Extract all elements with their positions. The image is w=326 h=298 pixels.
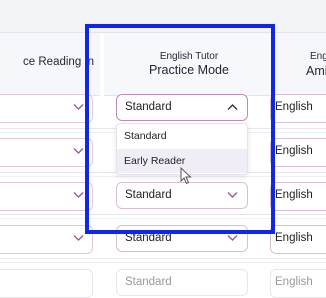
column-header-label: ce Reading In — [23, 56, 94, 68]
select-value: English — [275, 145, 313, 157]
reading-in-select[interactable] — [0, 182, 93, 211]
language-select[interactable]: English — [270, 225, 326, 254]
language-select[interactable]: English — [270, 182, 326, 211]
dropdown-option-standard[interactable]: Standard — [117, 124, 247, 148]
column-header-subtitle: English Tutor — [159, 51, 219, 62]
select-value: Standard — [125, 101, 172, 113]
mouse-cursor-icon — [180, 167, 192, 185]
practice-mode-select[interactable]: Standard — [116, 182, 248, 209]
column-header-title: Amira — [306, 64, 326, 78]
column-header-title: Practice Mode — [149, 63, 229, 77]
column-header-subtitle: Engl — [310, 51, 326, 62]
chevron-down-icon — [73, 147, 84, 155]
row-divider — [0, 262, 326, 263]
row-divider — [0, 214, 326, 215]
reading-in-select[interactable] — [0, 138, 93, 167]
column-header-amira[interactable]: Engl Amira — [274, 33, 326, 96]
select-value: Standard — [125, 276, 172, 288]
select-value: Standard — [125, 232, 172, 244]
select-value: English — [275, 232, 313, 244]
chevron-down-icon — [227, 234, 238, 242]
chevron-down-icon — [73, 191, 84, 199]
reading-in-select[interactable] — [0, 94, 93, 123]
practice-mode-select[interactable]: Standard — [116, 225, 248, 252]
reading-in-select[interactable] — [0, 269, 93, 298]
column-header-reading-in[interactable]: ce Reading In — [0, 33, 100, 96]
select-value: English — [275, 276, 313, 288]
select-value: English — [275, 189, 313, 201]
row-divider — [0, 176, 326, 177]
top-toolbar-strip — [0, 0, 326, 33]
row-divider — [0, 218, 326, 219]
chevron-down-icon — [227, 191, 238, 199]
row-divider — [0, 258, 326, 259]
language-select[interactable]: English — [270, 138, 326, 167]
language-select[interactable]: English — [270, 94, 326, 123]
chevron-up-icon — [227, 103, 238, 111]
select-value: English — [275, 101, 313, 113]
select-value: Standard — [125, 189, 172, 201]
chevron-down-icon — [73, 234, 84, 242]
language-select[interactable]: English — [270, 269, 326, 298]
reading-in-select[interactable] — [0, 225, 93, 254]
column-header-practice-mode[interactable]: English Tutor Practice Mode — [104, 33, 274, 96]
practice-mode-select[interactable]: Standard — [116, 94, 248, 121]
chevron-down-icon — [73, 103, 84, 111]
